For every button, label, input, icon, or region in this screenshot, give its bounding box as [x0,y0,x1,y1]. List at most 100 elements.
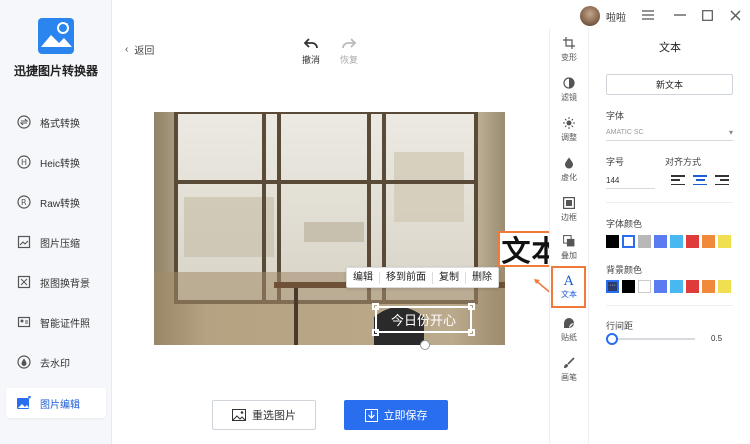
tool-label: 贴纸 [561,332,577,342]
color-swatch[interactable] [718,235,731,248]
size-value: 144 [606,176,620,185]
maximize-icon[interactable] [700,8,714,22]
adjust-icon [562,116,576,130]
sidebar-item-label: 图片压缩 [40,238,80,250]
color-swatch[interactable] [686,280,699,293]
active-tool-highlight [551,266,586,308]
raw-icon: R [16,194,32,210]
sidebar-item-raw[interactable]: R Raw转换 [6,187,106,217]
sidebar-item-format-convert[interactable]: 格式转换 [6,107,106,137]
color-swatch[interactable] [622,235,635,248]
undo-button[interactable]: 撤消 [296,37,326,66]
reselect-label: 重选图片 [252,410,296,422]
color-swatch[interactable] [702,235,715,248]
id-photo-icon [16,314,32,330]
sidebar-item-watermark[interactable]: 去水印 [6,347,106,377]
font-size-input[interactable]: 144 [606,173,655,189]
sidebar-item-heic[interactable]: H Heic转换 [6,147,106,177]
line-spacing-slider-thumb[interactable] [606,333,618,345]
menu-icon[interactable] [641,8,655,22]
frame-icon [562,196,576,210]
menu-item-edit[interactable]: 编辑 [347,271,380,284]
sidebar-item-label: Raw转换 [40,198,81,210]
tool-frame[interactable]: 边框 [549,190,589,228]
resize-handle[interactable] [468,329,475,336]
align-left-icon[interactable] [671,175,685,185]
tool-filter[interactable]: 滤镜 [549,70,589,108]
align-label: 对齐方式 [665,157,702,167]
text-context-menu: 编辑 移到前面 复制 删除 [346,267,499,288]
tool-label: 边框 [561,212,577,222]
sidebar-item-compress[interactable]: 图片压缩 [6,227,106,257]
undo-label: 撤消 [301,55,320,65]
tool-sticker[interactable]: 贴纸 [549,310,589,348]
save-button[interactable]: 立即保存 [344,400,448,430]
text-layer-box[interactable]: 今日份开心 [372,303,475,336]
line-spacing-slider-track[interactable] [611,338,695,340]
sidebar-item-label: 智能证件照 [40,318,90,330]
sidebar-item-edit-image[interactable]: 图片编辑 [6,388,106,418]
chevron-left-icon: ‹ [125,44,129,55]
color-swatch[interactable] [606,235,619,248]
tool-transform[interactable]: 变形 [549,30,589,68]
avatar[interactable] [580,6,600,26]
tool-adjust[interactable]: 调整 [549,110,589,148]
color-swatch[interactable] [654,235,667,248]
align-right-icon[interactable] [715,175,729,185]
brush-icon [562,356,576,370]
watermark-icon [16,354,32,370]
new-text-button[interactable]: 新文本 [606,74,733,95]
reselect-image-button[interactable]: 重选图片 [212,400,316,430]
app-logo-icon [38,18,74,54]
font-select[interactable]: AMATIC SC ▾ [606,125,733,141]
tool-label: 变形 [561,52,577,62]
divider [606,305,733,306]
redo-button[interactable]: 恢复 [334,37,364,66]
tool-label: 画笔 [561,372,577,382]
color-swatch[interactable] [686,235,699,248]
tool-label: 滤镜 [561,92,577,102]
align-center-icon[interactable] [693,175,707,185]
menu-item-delete[interactable]: 删除 [466,272,498,284]
color-swatch[interactable] [702,280,715,293]
sidebar-item-cutout[interactable]: 抠图换背景 [6,267,106,297]
blur-icon [562,156,576,170]
svg-text:H: H [21,158,27,167]
rotate-handle[interactable] [420,340,430,350]
resize-handle[interactable] [372,303,379,310]
close-icon[interactable] [728,8,742,22]
font-color-label: 字体颜色 [606,219,643,229]
minimize-icon[interactable] [673,8,687,22]
svg-text:R: R [21,198,27,207]
save-label: 立即保存 [383,410,428,422]
color-swatch[interactable]: ··· [606,280,619,293]
menu-item-copy[interactable]: 复制 [433,271,466,284]
tool-overlay[interactable]: 叠加 [549,228,589,266]
resize-handle[interactable] [372,329,379,336]
tool-blur[interactable]: 虚化 [549,150,589,188]
color-swatch[interactable] [622,280,635,293]
color-swatch[interactable] [638,235,651,248]
menu-item-bring-front[interactable]: 移到前面 [380,271,433,284]
color-swatch[interactable] [718,280,731,293]
color-swatch[interactable] [670,280,683,293]
sidebar-item-label: 图片编辑 [40,399,80,411]
color-swatch[interactable] [670,235,683,248]
user-info[interactable]: 啦啦 [580,6,626,26]
color-swatch[interactable] [654,280,667,293]
line-spacing-label: 行间距 [606,321,634,331]
sidebar-item-id-photo[interactable]: 智能证件照 [6,307,106,337]
compress-icon [16,234,32,250]
back-label: 返回 [134,46,155,57]
color-swatch[interactable] [638,280,651,293]
filter-icon [562,76,576,90]
tool-brush[interactable]: 画笔 [549,350,589,388]
user-name: 啦啦 [606,12,626,24]
overlay-icon [562,234,576,248]
redo-label: 恢复 [339,55,358,65]
format-convert-icon [16,114,32,130]
tool-label: 虚化 [561,172,577,182]
resize-handle[interactable] [468,303,475,310]
back-button[interactable]: ‹ 返回 [125,42,154,57]
tool-label: 叠加 [561,250,577,260]
